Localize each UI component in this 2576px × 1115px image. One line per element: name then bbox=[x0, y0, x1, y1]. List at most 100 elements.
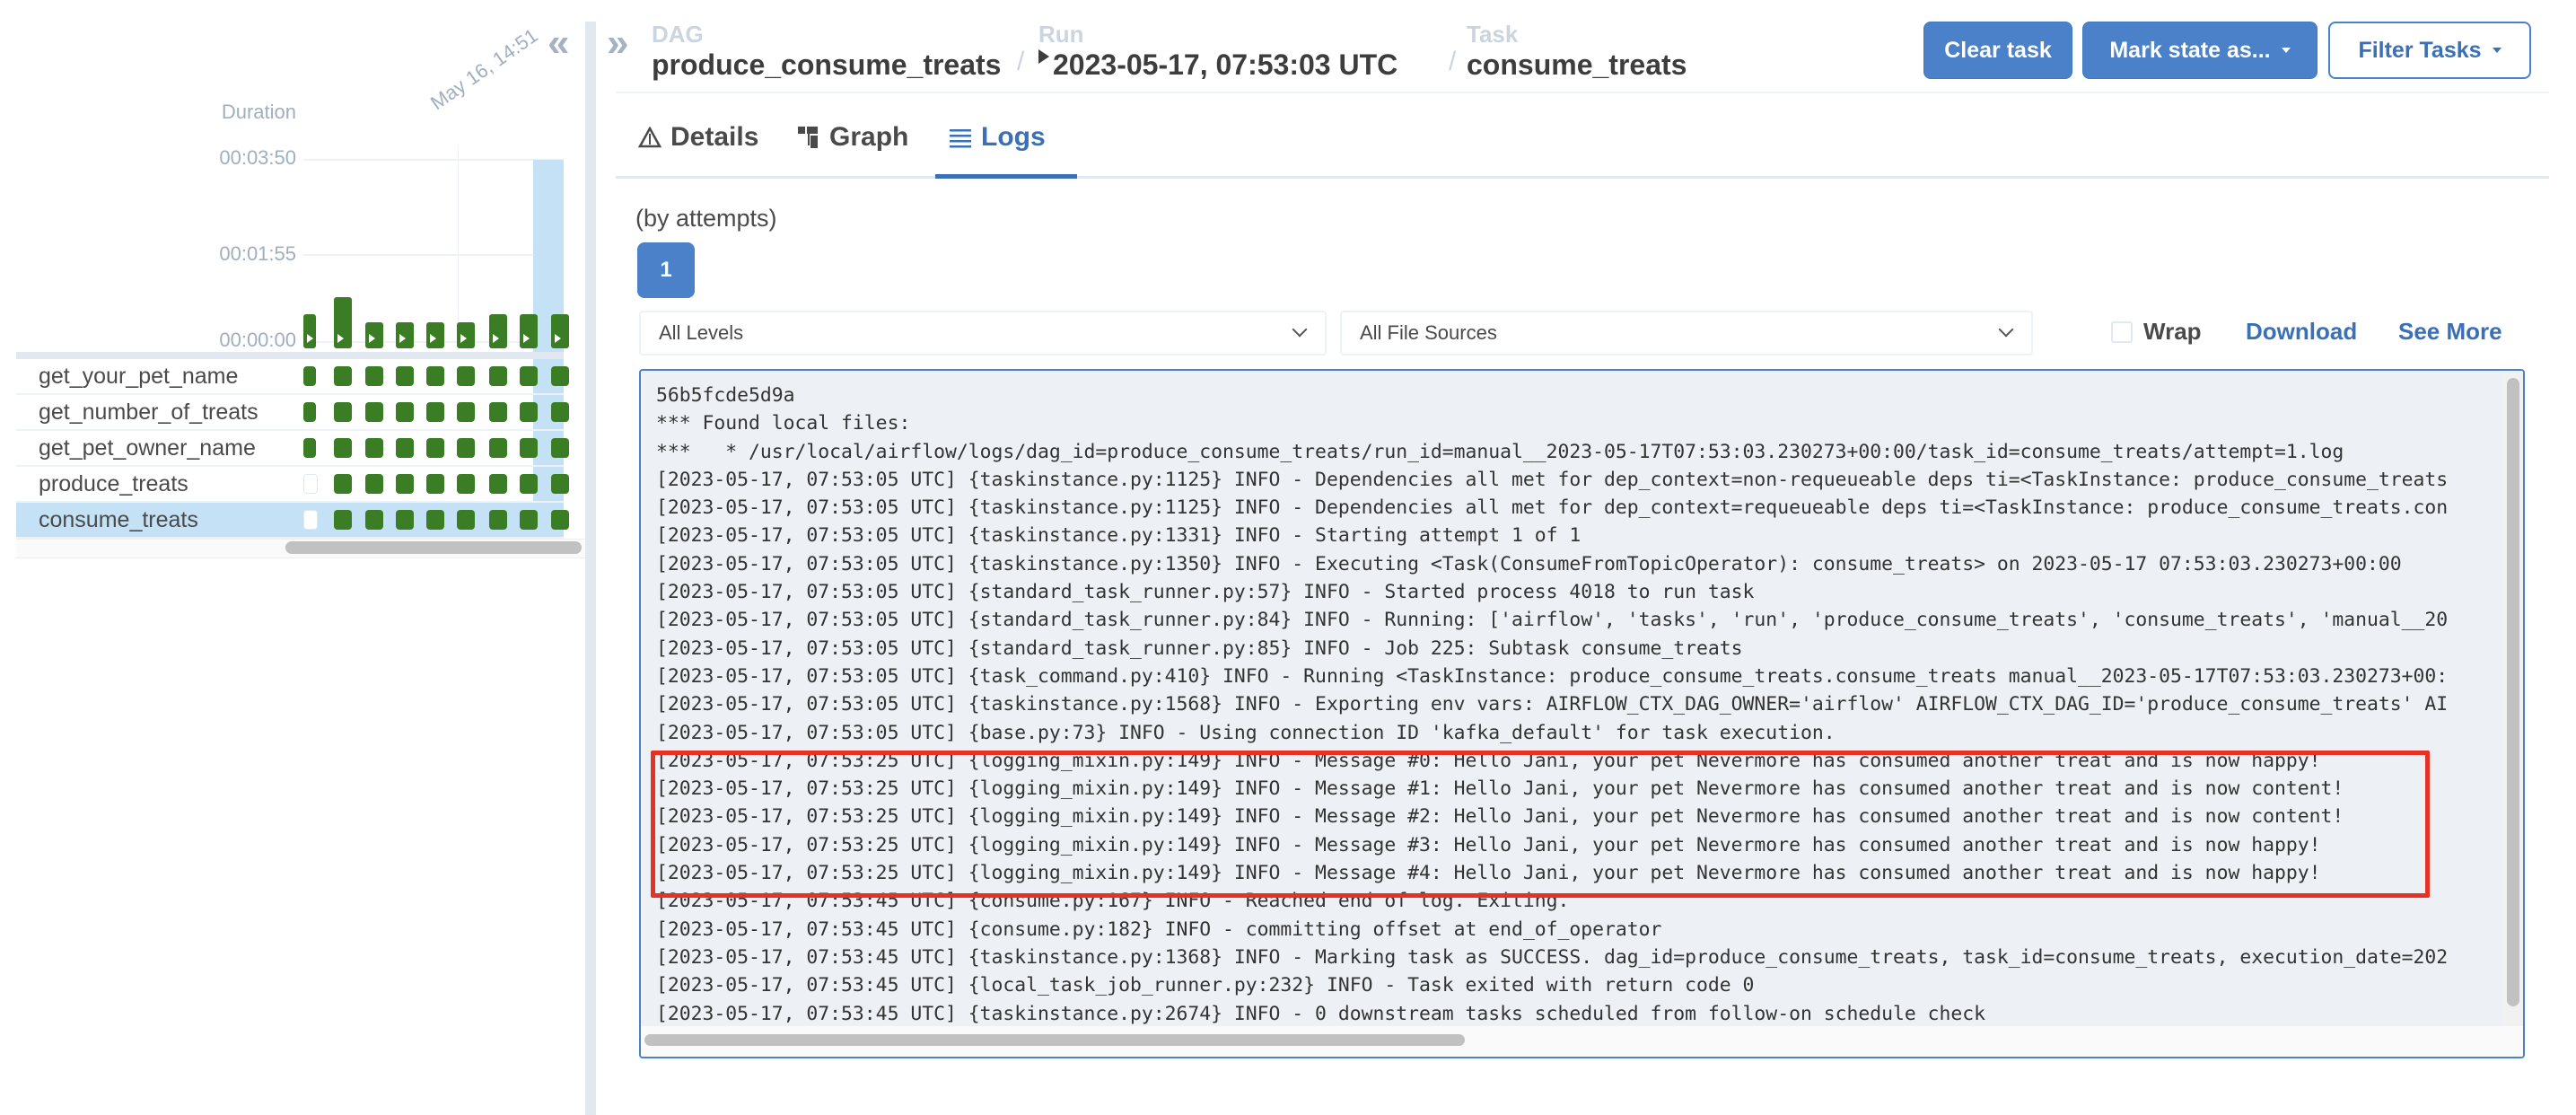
task-instance-cell[interactable] bbox=[303, 366, 316, 386]
task-instance-cell[interactable] bbox=[303, 510, 318, 530]
duration-bar[interactable] bbox=[520, 314, 538, 348]
task-instance-cell[interactable] bbox=[365, 366, 383, 386]
task-instance-cell[interactable] bbox=[426, 474, 444, 494]
task-instance-cell[interactable] bbox=[365, 402, 383, 422]
duration-bar[interactable] bbox=[396, 321, 414, 348]
task-row[interactable]: get_number_of_treats bbox=[16, 395, 569, 431]
task-instance-cell[interactable] bbox=[489, 474, 507, 494]
task-instance-cell[interactable] bbox=[396, 438, 414, 458]
mark-state-button[interactable]: Mark state as... bbox=[2082, 22, 2318, 79]
duration-bar[interactable] bbox=[489, 314, 507, 348]
task-instance-cell[interactable] bbox=[396, 510, 414, 530]
task-instance-cell[interactable] bbox=[489, 366, 507, 386]
manual-run-icon bbox=[369, 333, 375, 343]
task-instance-cell[interactable] bbox=[551, 474, 569, 494]
breadcrumb-dag-value[interactable]: produce_consume_treats bbox=[652, 47, 1001, 83]
duration-bar[interactable] bbox=[457, 321, 475, 348]
see-more-link[interactable]: See More bbox=[2398, 318, 2502, 346]
tab-graph[interactable]: Graph bbox=[797, 122, 908, 153]
task-instance-cell[interactable] bbox=[334, 438, 352, 458]
pane-resize-divider[interactable] bbox=[585, 22, 596, 1115]
task-instance-cell[interactable] bbox=[365, 474, 383, 494]
task-instance-cell[interactable] bbox=[551, 510, 569, 530]
task-instance-cell[interactable] bbox=[520, 366, 538, 386]
task-instance-cell[interactable] bbox=[520, 510, 538, 530]
task-row[interactable]: produce_treats bbox=[16, 467, 569, 503]
duration-bar[interactable] bbox=[303, 314, 316, 348]
duration-bar[interactable] bbox=[334, 297, 352, 348]
clear-task-button[interactable]: Clear task bbox=[1923, 22, 2072, 79]
task-instance-cell[interactable] bbox=[334, 366, 352, 386]
caret-down-icon bbox=[2492, 48, 2502, 53]
task-instance-cell[interactable] bbox=[551, 402, 569, 422]
chevron-down-icon bbox=[1292, 321, 1308, 338]
task-instance-cell[interactable] bbox=[396, 366, 414, 386]
task-instance-cell[interactable] bbox=[457, 366, 475, 386]
breadcrumb-dag[interactable]: DAG produce_consume_treats bbox=[652, 22, 1001, 83]
task-name[interactable]: get_your_pet_name bbox=[39, 364, 238, 390]
task-row[interactable]: consume_treats bbox=[16, 503, 569, 539]
task-instance-cell[interactable] bbox=[457, 438, 475, 458]
task-instance-cell[interactable] bbox=[551, 438, 569, 458]
task-instance-cell[interactable] bbox=[551, 366, 569, 386]
tab-logs[interactable]: Logs bbox=[949, 122, 1046, 153]
task-instance-cell[interactable] bbox=[303, 474, 318, 494]
download-link[interactable]: Download bbox=[2246, 318, 2357, 346]
grid-pane: « Duration 00:03:50 00:01:55 00:00:00 Ma… bbox=[0, 0, 585, 1115]
task-instance-cell[interactable] bbox=[489, 510, 507, 530]
wrap-checkbox[interactable] bbox=[2111, 321, 2133, 343]
task-name[interactable]: produce_treats bbox=[39, 471, 188, 497]
task-instance-cell[interactable] bbox=[426, 402, 444, 422]
task-name[interactable]: get_pet_owner_name bbox=[39, 435, 256, 461]
breadcrumb-task[interactable]: Task consume_treats bbox=[1467, 22, 1687, 83]
task-row[interactable]: get_your_pet_name bbox=[16, 359, 569, 395]
log-line: [2023-05-17, 07:53:45 UTC] {consume.py:1… bbox=[656, 890, 1570, 913]
task-instance-cell[interactable] bbox=[303, 402, 316, 422]
task-instance-cell[interactable] bbox=[520, 474, 538, 494]
task-instance-cell[interactable] bbox=[457, 402, 475, 422]
task-row[interactable]: get_pet_owner_name bbox=[16, 431, 569, 467]
task-instance-cell[interactable] bbox=[457, 474, 475, 494]
duration-bar[interactable] bbox=[426, 321, 444, 348]
task-instance-cell[interactable] bbox=[334, 474, 352, 494]
breadcrumb-run-value-wrap[interactable]: 2023-05-17, 07:53:03 UTC bbox=[1038, 47, 1398, 83]
duration-bar[interactable] bbox=[365, 321, 383, 348]
expand-details-icon[interactable]: » bbox=[607, 23, 628, 63]
grid-scroll-thumb[interactable] bbox=[285, 541, 582, 554]
log-output[interactable]: 56b5fcde5d9a *** Found local files: *** * … bbox=[639, 369, 2525, 1058]
task-instance-cell[interactable] bbox=[334, 510, 352, 530]
attempt-1-button[interactable]: 1 bbox=[637, 242, 695, 298]
breadcrumb-task-value[interactable]: consume_treats bbox=[1467, 47, 1687, 83]
task-instance-cell[interactable] bbox=[457, 510, 475, 530]
task-name[interactable]: consume_treats bbox=[39, 507, 198, 533]
task-instance-cell[interactable] bbox=[520, 402, 538, 422]
breadcrumb-dag-label: DAG bbox=[652, 21, 704, 48]
log-horizontal-scroll-thumb[interactable] bbox=[644, 1034, 1465, 1046]
task-instance-cell[interactable] bbox=[489, 438, 507, 458]
file-source-select[interactable]: All File Sources bbox=[1340, 311, 2033, 356]
task-instance-cell[interactable] bbox=[396, 474, 414, 494]
collapse-grid-icon[interactable]: « bbox=[548, 23, 569, 63]
tab-details[interactable]: Details bbox=[638, 122, 758, 153]
task-instance-cell[interactable] bbox=[426, 438, 444, 458]
wrap-label[interactable]: Wrap bbox=[2143, 318, 2202, 346]
log-level-select[interactable]: All Levels bbox=[639, 311, 1327, 356]
task-instance-cell[interactable] bbox=[396, 402, 414, 422]
task-instance-cell[interactable] bbox=[334, 402, 352, 422]
log-vertical-scroll-thumb[interactable] bbox=[2507, 378, 2519, 1006]
task-instance-cell[interactable] bbox=[520, 438, 538, 458]
task-instance-cell[interactable] bbox=[365, 510, 383, 530]
breadcrumb-run-value: 2023-05-17, 07:53:03 UTC bbox=[1053, 48, 1398, 81]
filter-tasks-button[interactable]: Filter Tasks bbox=[2328, 22, 2531, 79]
breadcrumb-run[interactable]: Run 2023-05-17, 07:53:03 UTC bbox=[1038, 22, 1398, 83]
task-name[interactable]: get_number_of_treats bbox=[39, 399, 258, 426]
log-line: [2023-05-17, 07:53:05 UTC] {taskinstance… bbox=[656, 693, 2449, 716]
duration-bar[interactable] bbox=[551, 314, 569, 348]
manual-run-icon bbox=[337, 333, 344, 343]
task-instance-cell[interactable] bbox=[426, 510, 444, 530]
task-instance-cell[interactable] bbox=[426, 366, 444, 386]
task-instance-cell[interactable] bbox=[365, 438, 383, 458]
log-line: [2023-05-17, 07:53:25 UTC] {logging_mixi… bbox=[656, 749, 2321, 772]
task-instance-cell[interactable] bbox=[303, 438, 316, 458]
task-instance-cell[interactable] bbox=[489, 402, 507, 422]
